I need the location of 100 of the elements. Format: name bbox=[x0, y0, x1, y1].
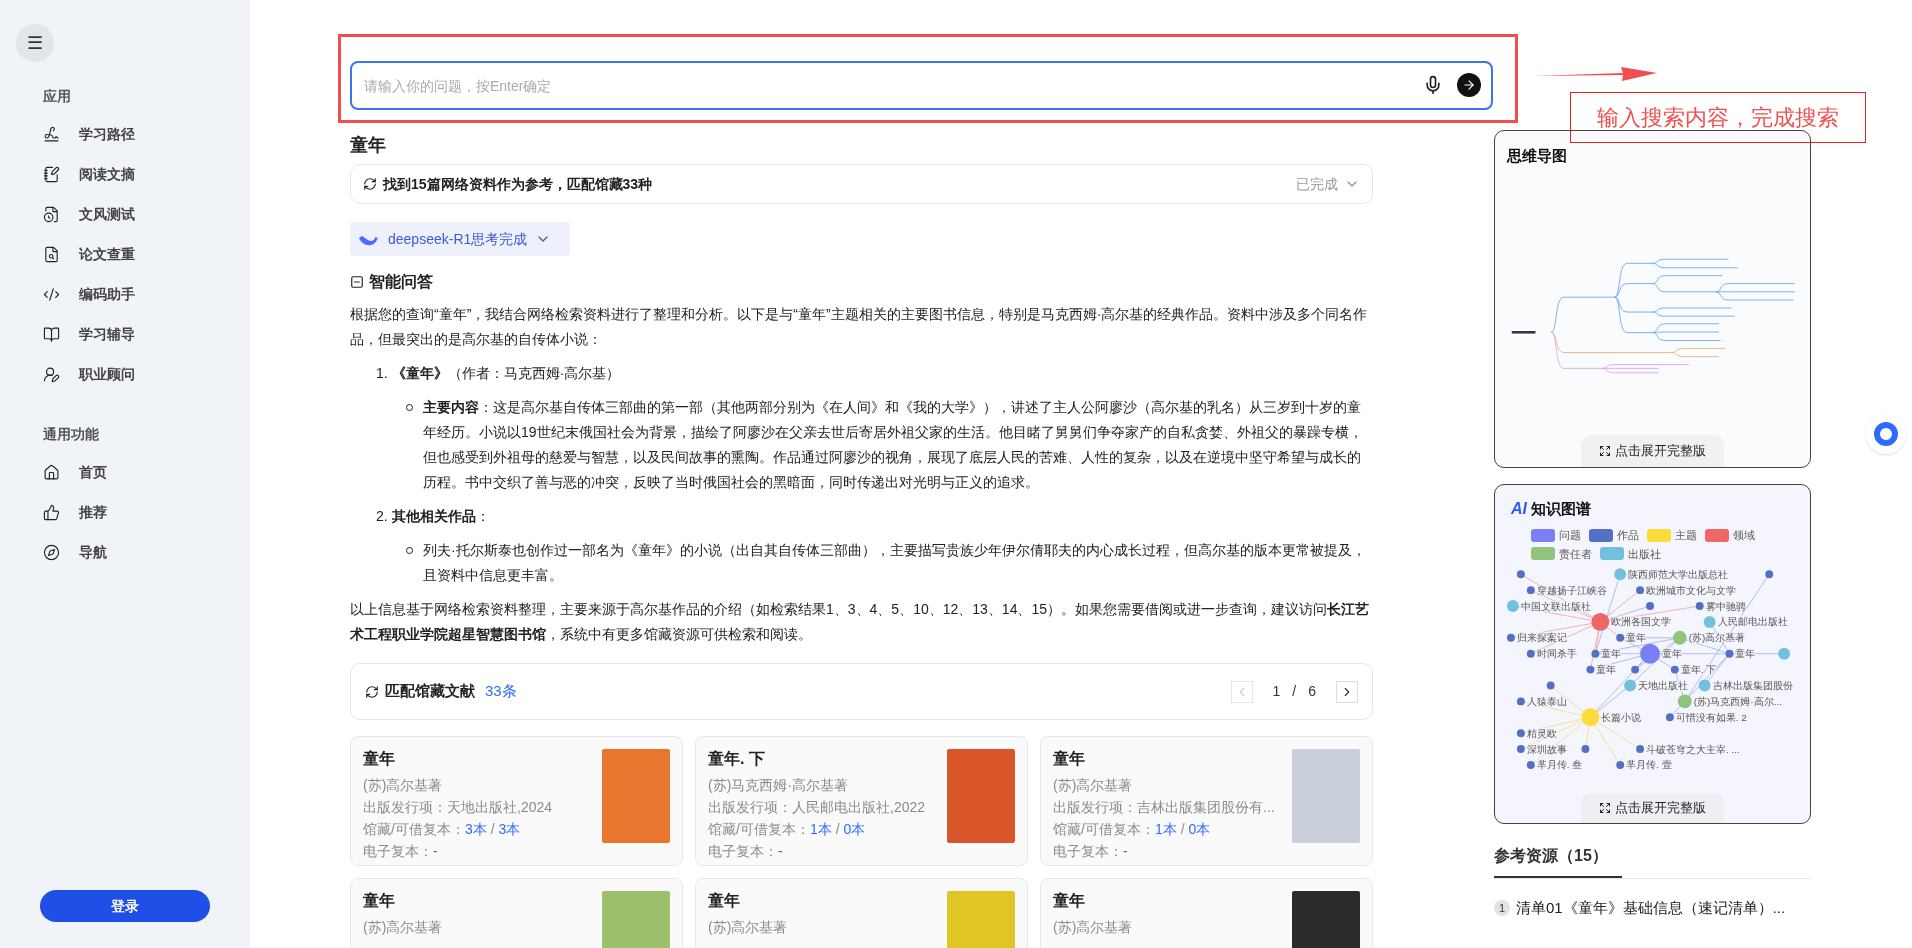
login-button[interactable]: 登录 bbox=[40, 890, 210, 922]
graph-node[interactable] bbox=[1516, 729, 1525, 738]
nav-item[interactable]: 文风测试 bbox=[79, 203, 135, 225]
graph-node[interactable] bbox=[1516, 697, 1525, 706]
legend-label: 作品 bbox=[1617, 528, 1639, 543]
graph-node[interactable] bbox=[1526, 761, 1535, 769]
graph-node[interactable] bbox=[1614, 568, 1627, 581]
graph-node[interactable] bbox=[1624, 679, 1637, 692]
reference-link[interactable]: 清单01《童年》基础信息（速记清单）... bbox=[1516, 897, 1786, 920]
nav-item[interactable]: 学习路径 bbox=[79, 123, 135, 145]
expand-button[interactable]: 点击展开完整版 bbox=[1581, 793, 1724, 823]
home-icon bbox=[43, 463, 60, 481]
graph-node[interactable] bbox=[1703, 615, 1716, 628]
node-label: 人猿泰山 bbox=[1526, 695, 1567, 707]
graph-node[interactable] bbox=[1581, 745, 1590, 754]
graph-node[interactable] bbox=[1586, 665, 1595, 674]
answer-heading: 智能问答 bbox=[369, 272, 433, 292]
page-number: 1 bbox=[1272, 682, 1281, 701]
square-icon bbox=[350, 275, 364, 289]
microphone-icon[interactable] bbox=[1423, 75, 1443, 95]
graph-node[interactable] bbox=[1640, 643, 1660, 664]
book-card[interactable]: 童年 (苏)高尔基著 出版发行项：吉林出版集团股份有... 馆藏/可借复本：1本 / 0本 电子复本：- bbox=[1040, 736, 1373, 866]
nav-item[interactable]: 编码助手 bbox=[79, 283, 135, 305]
chat-bubble-icon bbox=[1874, 422, 1898, 446]
graph-node[interactable] bbox=[1526, 649, 1535, 658]
graph-node[interactable] bbox=[1670, 665, 1679, 674]
next-page-button[interactable] bbox=[1336, 680, 1358, 703]
search-field[interactable]: 请输入你的问题，按Enter确定 bbox=[350, 61, 1493, 110]
graph-node[interactable] bbox=[1695, 602, 1704, 610]
graph-node[interactable] bbox=[1581, 708, 1600, 727]
collection-count: 33条 bbox=[485, 681, 517, 702]
node-label: 天地出版社 bbox=[1638, 680, 1689, 691]
graph-node[interactable] bbox=[1506, 633, 1515, 642]
graph-node[interactable] bbox=[1646, 602, 1654, 610]
references-tab[interactable]: 参考资源（15） bbox=[1494, 844, 1622, 878]
held-count: 1本 bbox=[809, 820, 832, 839]
graph-node[interactable] bbox=[1665, 713, 1674, 722]
held-count: 3本 bbox=[464, 820, 487, 839]
node-label: 芈月传. 壹 bbox=[1626, 759, 1672, 771]
book-card[interactable]: 童年 (苏)高尔基著 bbox=[350, 878, 683, 948]
graph-node[interactable] bbox=[1677, 694, 1692, 709]
node-label: 可惜没有如果. 2 bbox=[1675, 711, 1747, 723]
nav-item[interactable]: 阅读文摘 bbox=[79, 163, 135, 185]
graph-node[interactable] bbox=[1636, 745, 1645, 754]
graph-node[interactable] bbox=[1526, 586, 1535, 595]
nav-item[interactable]: 推荐 bbox=[79, 501, 107, 523]
graph-node[interactable] bbox=[1636, 586, 1645, 595]
node-label: 归来探案记 bbox=[1516, 632, 1567, 644]
submit-button[interactable] bbox=[1457, 73, 1481, 97]
chat-button[interactable] bbox=[1866, 414, 1906, 454]
query-title: 童年 bbox=[350, 134, 387, 157]
nav-item[interactable]: 论文查重 bbox=[79, 243, 135, 265]
graph-node[interactable] bbox=[1591, 649, 1600, 658]
graph-node[interactable] bbox=[1616, 633, 1625, 642]
graph-node[interactable] bbox=[1631, 665, 1640, 674]
model-pill[interactable]: deepseek-R1思考完成 bbox=[350, 222, 570, 256]
search-status-bar[interactable]: 找到15篇网络资料作为参考，匹配馆藏33种 已完成 bbox=[350, 164, 1373, 204]
book-card[interactable]: 童年 (苏)高尔基著 出版发行项：天地出版社,2024 馆藏/可借复本：3本 / 3本 电子复本：- bbox=[350, 736, 683, 866]
legend-label: 责任者 bbox=[1559, 546, 1592, 562]
book-author: (苏)马克西姆·高尔基著 bbox=[708, 776, 849, 795]
graph-node[interactable] bbox=[1516, 570, 1525, 579]
book-card[interactable]: 童年 (苏)高尔基著 bbox=[695, 878, 1028, 948]
refresh-icon bbox=[365, 684, 379, 699]
graph-node[interactable] bbox=[1698, 679, 1711, 692]
menu-button[interactable]: ☰ bbox=[16, 24, 54, 62]
graph-node[interactable] bbox=[1765, 570, 1774, 579]
node-label: 吉林出版集团股份 bbox=[1712, 680, 1793, 691]
answer-paragraph: 根据您的查询“童年”，我结合网络检索资料进行了整理和分析。以下是与“童年”主题相关的主要图书信息，特别是马克西姆·高尔基的经典作品。资料中涉及多个同名作品，但最突出的是高尔基的自传体小说： bbox=[350, 305, 1369, 349]
list-item: 《童年》（作者：马克西姆·高尔基） bbox=[391, 364, 621, 383]
graph-node[interactable] bbox=[1546, 681, 1555, 690]
graph-node[interactable] bbox=[1672, 630, 1687, 645]
annotation-label: 输入搜索内容，完成搜索 bbox=[1570, 92, 1866, 143]
ebook-label: 电子复本： bbox=[708, 842, 778, 861]
nav-item[interactable]: 学习辅导 bbox=[79, 323, 135, 345]
legend-label: 出版社 bbox=[1628, 546, 1661, 562]
legend-label: 主题 bbox=[1675, 528, 1697, 543]
book-title: 童年. 下 bbox=[708, 749, 766, 769]
graph-node[interactable] bbox=[1591, 613, 1610, 631]
graph-node[interactable] bbox=[1616, 761, 1625, 769]
node-label: 陕西师范大学出版总社 bbox=[1628, 568, 1729, 580]
graph-node[interactable] bbox=[1516, 745, 1525, 754]
book-author: (苏)高尔基著 bbox=[363, 918, 443, 937]
book-title: 童年 bbox=[1053, 749, 1086, 769]
node-label: 人民邮电出版社 bbox=[1717, 616, 1788, 628]
graph-node[interactable] bbox=[1506, 600, 1519, 612]
nav-item[interactable]: 导航 bbox=[79, 541, 107, 563]
nav-item[interactable]: 职业顾问 bbox=[79, 363, 135, 385]
book-card[interactable]: 童年 (苏)高尔基著 bbox=[1040, 878, 1373, 948]
ebook-count: - bbox=[1123, 842, 1128, 861]
available-count: 0本 bbox=[843, 820, 866, 839]
book-card[interactable]: 童年. 下 (苏)马克西姆·高尔基著 出版发行项：人民邮电出版社,2022 馆藏/可借复本：1本 / 0本 电子复本：- bbox=[695, 736, 1028, 866]
node-label: 童年. 下 bbox=[1680, 664, 1717, 676]
book-title: 童年 bbox=[1053, 891, 1086, 911]
graph-node[interactable] bbox=[1778, 647, 1791, 660]
expand-button[interactable]: 点击展开完整版 bbox=[1581, 435, 1724, 467]
nav-item[interactable]: 首页 bbox=[79, 461, 107, 483]
legend-label: 问题 bbox=[1559, 528, 1581, 543]
book-publisher: 出版发行项：天地出版社,2024 bbox=[363, 798, 553, 817]
ebook-count: - bbox=[433, 842, 438, 861]
graph-node[interactable] bbox=[1725, 649, 1734, 658]
